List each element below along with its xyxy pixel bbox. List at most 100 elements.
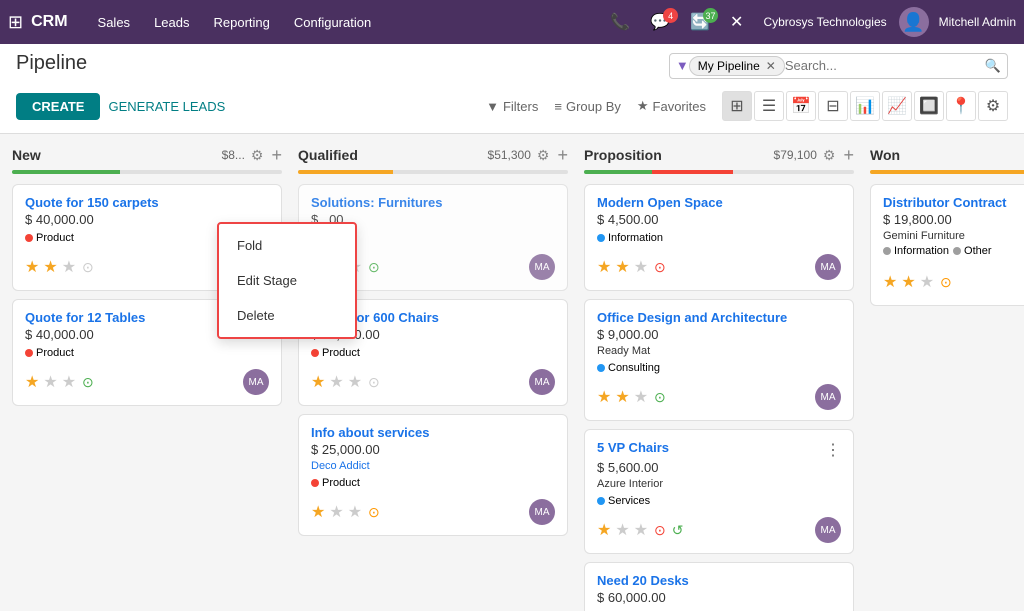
filter-icon: ▼ xyxy=(486,99,499,114)
star-2[interactable]: ★ xyxy=(615,257,629,277)
star-3[interactable]: ★ xyxy=(62,257,76,277)
group-by-button[interactable]: ≡ Group By xyxy=(554,99,621,114)
star-3[interactable]: ★ xyxy=(920,272,934,292)
card-desks[interactable]: Need 20 Desks $ 60,000.00 xyxy=(584,562,854,611)
generate-leads-button[interactable]: GENERATE LEADS xyxy=(108,99,225,114)
col-amount-proposition: $79,100 xyxy=(774,148,817,162)
search-input[interactable] xyxy=(785,58,985,73)
status-icon: ⊙ xyxy=(82,259,94,276)
list-view-button[interactable]: ☰ xyxy=(754,91,784,121)
card-footer: ★ ★ ★ ⊙ MA xyxy=(311,499,555,525)
nav-sales[interactable]: Sales xyxy=(88,9,141,36)
col-gear-new[interactable]: ⚙ xyxy=(251,147,264,164)
bar-chart-button[interactable]: 📊 xyxy=(850,91,880,121)
kanban-board: New $8... ⚙ + Quote for 150 carpets $ 40… xyxy=(0,134,1024,611)
filters-button[interactable]: ▼ Filters xyxy=(486,99,538,114)
avatar[interactable]: 👤 xyxy=(899,7,929,37)
star-2[interactable]: ★ xyxy=(615,520,629,540)
star-3[interactable]: ★ xyxy=(348,502,362,522)
star-2[interactable]: ★ xyxy=(329,372,343,392)
col-gear-qualified[interactable]: ⚙ xyxy=(537,147,550,164)
remove-tag[interactable]: ✕ xyxy=(766,59,776,73)
search-icon[interactable]: 🔍 xyxy=(985,58,1001,74)
tag-dot xyxy=(883,247,891,255)
card-open-space[interactable]: Modern Open Space $ 4,500.00 Information… xyxy=(584,184,854,291)
star-1[interactable]: ★ xyxy=(597,257,611,277)
context-delete[interactable]: Delete xyxy=(219,298,355,333)
card-company: Ready Mat xyxy=(597,345,841,357)
context-edit-stage[interactable]: Edit Stage xyxy=(219,263,355,298)
filter-bar: ▼ Filters ≡ Group By ★ Favorites ⊞ ☰ 📅 ⊟… xyxy=(486,85,1008,127)
search-tag[interactable]: My Pipeline ✕ xyxy=(689,56,785,76)
card-title: Quote for 150 carpets xyxy=(25,195,269,210)
star-1[interactable]: ★ xyxy=(597,387,611,407)
username: Mitchell Admin xyxy=(939,15,1016,29)
star-1[interactable]: ★ xyxy=(25,372,39,392)
star-3[interactable]: ★ xyxy=(348,372,362,392)
star-2[interactable]: ★ xyxy=(329,502,343,522)
status-icon: ⊙ xyxy=(940,274,952,291)
star-3[interactable]: ★ xyxy=(634,257,648,277)
card-services[interactable]: Info about services $ 25,000.00 Deco Add… xyxy=(298,414,568,536)
star-3[interactable]: ★ xyxy=(62,372,76,392)
star-2[interactable]: ★ xyxy=(615,387,629,407)
nav-reporting[interactable]: Reporting xyxy=(203,9,279,36)
star-2[interactable]: ★ xyxy=(901,272,915,292)
card-footer: ★ ★ ★ ⊙ ↺ MA xyxy=(597,517,841,543)
header-actions: CREATE GENERATE LEADS ▼ Filters ≡ Group … xyxy=(16,79,1008,133)
column-new: New $8... ⚙ + Quote for 150 carpets $ 40… xyxy=(12,146,282,611)
card-tag: Information xyxy=(597,232,663,244)
star-icon: ★ xyxy=(637,98,649,114)
settings-view-button[interactable]: ⚙ xyxy=(978,91,1008,121)
tag-dot2 xyxy=(953,247,961,255)
card-title: Info about services xyxy=(311,425,555,440)
card-amount: $ 5,600.00 xyxy=(597,460,841,475)
star-2[interactable]: ★ xyxy=(43,257,57,277)
column-won: Won ⚙ + Distributor Contract $ 19,800.00… xyxy=(870,146,1024,611)
close-icon[interactable]: ✕ xyxy=(722,8,751,36)
kanban-view-button[interactable]: ⊞ xyxy=(722,91,752,121)
card-amount: $ 19,800.00 xyxy=(883,212,1024,227)
star-1[interactable]: ★ xyxy=(311,372,325,392)
chat-icon[interactable]: 💬 4 xyxy=(642,8,678,36)
line-chart-button[interactable]: 📈 xyxy=(882,91,912,121)
convert-icon[interactable]: ↺ xyxy=(672,522,684,539)
star-1[interactable]: ★ xyxy=(883,272,897,292)
tag-label: My Pipeline xyxy=(698,59,760,73)
star-3[interactable]: ★ xyxy=(634,520,648,540)
grid-icon[interactable]: ⊞ xyxy=(8,12,23,33)
card-tag2: Other xyxy=(953,245,992,257)
nav-leads[interactable]: Leads xyxy=(144,9,199,36)
calendar-view-button[interactable]: 📅 xyxy=(786,91,816,121)
context-fold[interactable]: Fold xyxy=(219,228,355,263)
col-add-new[interactable]: + xyxy=(271,146,282,164)
card-menu-icon[interactable]: ⋮ xyxy=(825,440,841,460)
assignee-avatar: MA xyxy=(529,499,555,525)
card-title: Modern Open Space xyxy=(597,195,841,210)
card-tag: Consulting xyxy=(597,362,660,374)
nav-configuration[interactable]: Configuration xyxy=(284,9,381,36)
card-amount: $ 4,500.00 xyxy=(597,212,841,227)
star-1[interactable]: ★ xyxy=(25,257,39,277)
map-view-button[interactable]: 📍 xyxy=(946,91,976,121)
card-title: 5 VP Chairs xyxy=(597,440,669,455)
star-3[interactable]: ★ xyxy=(634,387,648,407)
progress-new xyxy=(12,170,282,174)
col-gear-proposition[interactable]: ⚙ xyxy=(823,147,836,164)
favorites-button[interactable]: ★ Favorites xyxy=(637,98,706,114)
activity-view-button[interactable]: 🔲 xyxy=(914,91,944,121)
assignee-avatar: MA xyxy=(529,254,555,280)
card-office-design[interactable]: Office Design and Architecture $ 9,000.0… xyxy=(584,299,854,421)
create-button[interactable]: CREATE xyxy=(16,93,100,120)
col-add-qualified[interactable]: + xyxy=(557,146,568,164)
pivot-view-button[interactable]: ⊟ xyxy=(818,91,848,121)
tag-dot xyxy=(311,479,319,487)
clock-icon[interactable]: 🔄 37 xyxy=(682,8,718,36)
card-vp-chairs[interactable]: 5 VP Chairs ⋮ $ 5,600.00 Azure Interior … xyxy=(584,429,854,554)
star-1[interactable]: ★ xyxy=(311,502,325,522)
col-add-proposition[interactable]: + xyxy=(843,146,854,164)
phone-icon[interactable]: 📞 xyxy=(602,8,638,36)
card-distributor[interactable]: Distributor Contract $ 19,800.00 Gemini … xyxy=(870,184,1024,306)
star-2[interactable]: ★ xyxy=(43,372,57,392)
star-1[interactable]: ★ xyxy=(597,520,611,540)
